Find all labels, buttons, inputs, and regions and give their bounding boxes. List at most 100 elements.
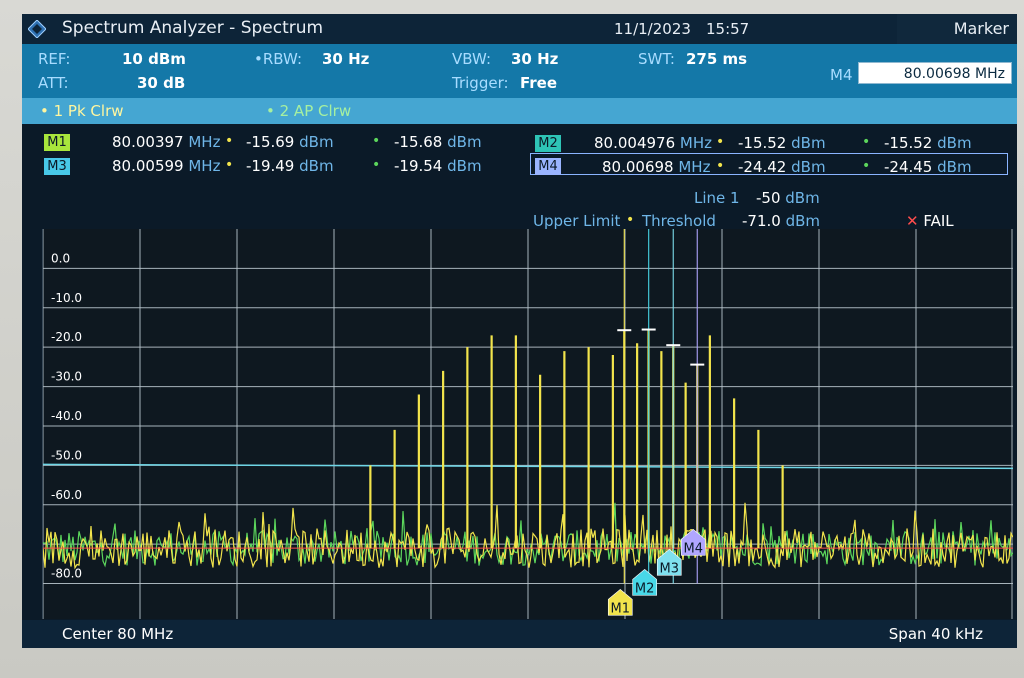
m1-freq-value: 80.00397 (112, 133, 184, 151)
m2-level2-unit: dBm (937, 134, 972, 152)
m1-level1: -15.69 (246, 133, 295, 151)
m1-level2-unit: dBm (447, 133, 482, 151)
rbw-label-text: RBW: (262, 50, 303, 68)
marker-m2-level-trace2: -15.52 dBm (884, 134, 972, 152)
trace1-dot-icon: • (716, 158, 725, 174)
m4-level1: -24.42 (738, 158, 787, 176)
att-value[interactable]: 30 dB (137, 74, 185, 92)
marker-m4-level-trace1: -24.42 dBm (738, 158, 826, 176)
y-tick-label: -80.0 (51, 567, 82, 581)
marker-m1-level-trace1: -15.69 dBm (246, 133, 334, 151)
trigger-value[interactable]: Free (520, 74, 557, 92)
ref-label: REF: (38, 50, 71, 68)
trace1-dot-icon: • (225, 133, 234, 149)
limit-fail-indicator: ✕ FAIL (906, 212, 954, 230)
vbw-value[interactable]: 30 Hz (511, 50, 558, 68)
marker-softkey-button[interactable]: Marker (897, 14, 1017, 44)
trace1-dot-icon: • (716, 134, 725, 150)
trace2-dot-icon: • (372, 133, 381, 149)
settings-panel: REF: 10 dBm ATT: 30 dB •RBW: 30 Hz VBW: … (22, 44, 1017, 98)
threshold-dot-icon: • (626, 212, 635, 228)
m2-freq-value: 80.004976 (594, 134, 676, 152)
marker-m1-level-trace2: -15.68 dBm (394, 133, 482, 151)
rohde-logo-icon (28, 20, 46, 38)
center-frequency[interactable]: Center 80 MHz (62, 625, 173, 643)
trace2-dot-icon: • (862, 134, 871, 150)
trace-1-label: 1 Pk Clrw (53, 102, 124, 120)
analyzer-screen: Spectrum Analyzer - Spectrum 11/1/2023 1… (22, 14, 1017, 648)
m2-freq-unit: MHz (679, 134, 713, 152)
title-bar: Spectrum Analyzer - Spectrum 11/1/2023 1… (22, 14, 1017, 44)
trigger-label: Trigger: (452, 74, 509, 92)
m4-freq-value: 80.00698 (602, 158, 674, 176)
m4-freq-unit: MHz (678, 158, 711, 176)
trace1-dot-icon: • (225, 157, 234, 173)
marker-entry-label: M4 (830, 66, 853, 84)
marker-m2-frequency: 80.004976 MHz (594, 134, 712, 152)
swt-value[interactable]: 275 ms (686, 50, 747, 68)
marker-m2-badge[interactable]: M2 (535, 135, 561, 152)
marker-frequency-input[interactable]: 80.00698 MHz (858, 62, 1012, 84)
line1-unit: dBm (785, 189, 820, 207)
m1-level1-unit: dBm (299, 133, 334, 151)
m3-level2: -19.54 (394, 157, 443, 175)
marker-m3-badge[interactable]: M3 (44, 158, 70, 175)
trace2-dot-icon: • (862, 158, 871, 174)
y-tick-label: -10.0 (51, 291, 82, 305)
m3-level1: -19.49 (246, 157, 295, 175)
y-tick-label: -50.0 (51, 448, 82, 462)
m4-level2: -24.45 (884, 158, 933, 176)
frequency-span[interactable]: Span 40 kHz (889, 625, 983, 643)
marker-m3-level-trace1: -19.49 dBm (246, 157, 334, 175)
line1-value: -50 dBm (756, 189, 820, 207)
spectrum-plot[interactable]: 0.0 -10.0 -20.0 -30.0 -40.0 -50.0 -60.0 -80.0 M1… (42, 229, 1013, 619)
marker-m2-level-trace1: -15.52 dBm (738, 134, 826, 152)
date-readout: 11/1/2023 (614, 20, 691, 38)
marker-flag-label: M3 (660, 561, 680, 576)
trace-1-info[interactable]: • 1 Pk Clrw (40, 102, 124, 120)
spectrum-chart[interactable]: 0.0 -10.0 -20.0 -30.0 -40.0 -50.0 -60.0 -80.0 M1… (43, 229, 1013, 619)
m2-level2: -15.52 (884, 134, 933, 152)
marker-m1-badge[interactable]: M1 (44, 134, 70, 151)
threshold-label: Threshold (642, 212, 716, 230)
y-tick-label: -30.0 (51, 370, 82, 384)
marker-m3-level-trace2: -19.54 dBm (394, 157, 482, 175)
marker-table: M1 80.00397 MHz • -15.69 dBm • -15.68 dB… (22, 127, 1017, 183)
vbw-label: VBW: (452, 50, 492, 68)
window-title: Spectrum Analyzer - Spectrum (62, 18, 324, 38)
m3-freq-value: 80.00599 (112, 157, 184, 175)
trace-2-info[interactable]: • 2 AP Clrw (266, 102, 351, 120)
marker-m3-frequency: 80.00599 MHz (112, 157, 220, 175)
m1-freq-unit: MHz (188, 133, 221, 151)
m3-level2-unit: dBm (447, 157, 482, 175)
marker-m4-badge[interactable]: M4 (535, 158, 561, 175)
plot-footer: Center 80 MHz Span 40 kHz (22, 620, 1017, 648)
trace-bar: • 1 Pk Clrw • 2 AP Clrw (22, 98, 1017, 124)
threshold-value-number: -71.0 (742, 212, 781, 230)
limit-lines-panel: Line 1 -50 dBm Upper Limit • Threshold -… (22, 184, 1017, 230)
m1-level2: -15.68 (394, 133, 443, 151)
line1-value-number: -50 (756, 189, 781, 207)
m2-level1-unit: dBm (791, 134, 826, 152)
marker-m1-frequency: 80.00397 MHz (112, 133, 220, 151)
y-tick-label: -60.0 (51, 488, 82, 502)
threshold-unit: dBm (785, 212, 821, 230)
rbw-value[interactable]: 30 Hz (322, 50, 369, 68)
trace2-dot-icon: • (372, 157, 381, 173)
line1-label: Line 1 (694, 189, 740, 207)
swt-label: SWT: (638, 50, 675, 68)
y-tick-label: 0.0 (51, 251, 70, 265)
m3-level1-unit: dBm (299, 157, 334, 175)
m2-level1: -15.52 (738, 134, 787, 152)
att-label: ATT: (38, 74, 69, 92)
rbw-label: •RBW: (254, 50, 303, 68)
y-tick-label: -40.0 (51, 409, 82, 423)
m3-freq-unit: MHz (188, 157, 221, 175)
marker-flag-label: M2 (635, 581, 655, 596)
ref-value[interactable]: 10 dBm (122, 50, 186, 68)
marker-m4-frequency: 80.00698 MHz (602, 158, 710, 176)
y-tick-label: -20.0 (51, 330, 82, 344)
marker-flag-label: M1 (611, 601, 631, 616)
fail-x-icon: ✕ (906, 212, 919, 230)
upper-limit-label: Upper Limit (533, 212, 621, 230)
